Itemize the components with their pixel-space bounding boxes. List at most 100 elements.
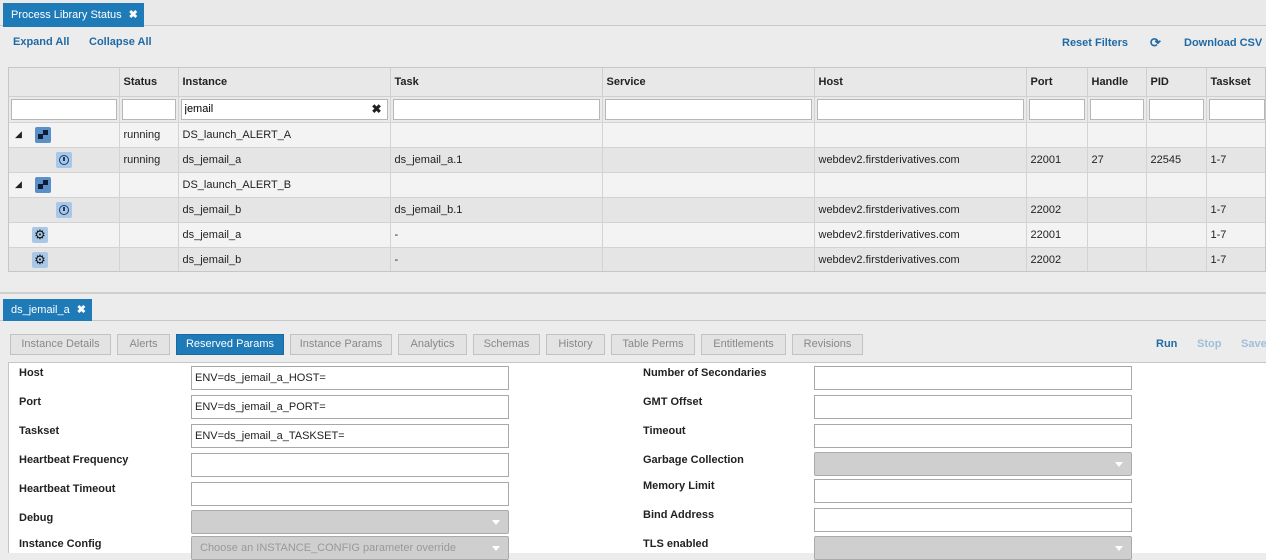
tls-enabled-select[interactable] [814, 536, 1132, 560]
cell-pid [1146, 172, 1207, 198]
stop-button[interactable]: Stop [1197, 338, 1221, 350]
bind-address-input[interactable] [814, 508, 1132, 532]
refresh-icon[interactable]: ⟳ [1150, 35, 1161, 51]
col-header-host[interactable]: Host [814, 68, 1027, 97]
col-header-task[interactable]: Task [390, 68, 603, 97]
col-header-port[interactable]: Port [1026, 68, 1088, 97]
cell-task: - [390, 222, 603, 248]
label-tls-enabled: TLS enabled [643, 538, 709, 550]
cell-status [119, 247, 179, 271]
close-icon[interactable]: ✖ [77, 299, 86, 321]
table-row[interactable]: ◢ running DS_launch_ALERT_A [9, 122, 1265, 148]
clear-filter-icon[interactable]: ✖ [371, 102, 381, 116]
debug-select[interactable] [191, 510, 509, 534]
label-memory-limit: Memory Limit [643, 480, 715, 492]
table-row[interactable]: running ds_jemail_a ds_jemail_a.1 webdev… [9, 147, 1265, 173]
col-header-status[interactable]: Status [119, 68, 179, 97]
reset-filters-link[interactable]: Reset Filters [1062, 37, 1128, 49]
gear-icon: ⚙ [32, 226, 48, 243]
timeout-input[interactable] [814, 424, 1132, 448]
col-header-service[interactable]: Service [602, 68, 815, 97]
cell-pid: 22545 [1146, 147, 1207, 173]
cell-instance: ds_jemail_b [178, 247, 391, 271]
table-row[interactable]: ◢ DS_launch_ALERT_B [9, 172, 1265, 198]
filter-tree[interactable] [11, 98, 117, 120]
filter-host[interactable] [816, 98, 1024, 120]
chevron-down-icon [1115, 546, 1123, 551]
clock-icon [56, 151, 72, 168]
panel-splitter[interactable] [0, 292, 1266, 294]
label-taskset: Taskset [19, 425, 60, 437]
subtab-analytics[interactable]: Analytics [398, 334, 467, 355]
filter-pid[interactable] [1148, 98, 1204, 120]
cell-port: 22002 [1026, 197, 1088, 223]
expand-all-link[interactable]: Expand All [13, 36, 69, 48]
col-header-pid[interactable]: PID [1146, 68, 1207, 97]
filter-instance[interactable] [180, 98, 388, 120]
garbage-collection-select[interactable] [814, 452, 1132, 476]
cell-handle [1087, 247, 1147, 271]
subtab-alerts[interactable]: Alerts [117, 334, 170, 355]
port-input[interactable]: ENV=ds_jemail_a_PORT= [191, 395, 509, 419]
run-button[interactable]: Run [1156, 338, 1177, 350]
subtab-instance-params[interactable]: Instance Params [290, 334, 392, 355]
cell-instance: ds_jemail_a [178, 222, 391, 248]
table-row[interactable]: ⚙ ds_jemail_b - webdev2.firstderivatives… [9, 247, 1265, 271]
instance-config-select[interactable]: Choose an INSTANCE_CONFIG parameter over… [191, 536, 509, 560]
subtab-reserved-params[interactable]: Reserved Params [176, 334, 284, 355]
heartbeat-timeout-input[interactable] [191, 482, 509, 506]
grid-horizontal-scrollbar[interactable] [8, 272, 1266, 286]
subtab-entitlements[interactable]: Entitlements [701, 334, 786, 355]
heartbeat-frequency-input[interactable] [191, 453, 509, 477]
filter-service[interactable] [604, 98, 812, 120]
host-input[interactable]: ENV=ds_jemail_a_HOST= [191, 366, 509, 390]
cell-service [602, 222, 815, 248]
cell-taskset: 1-7 [1206, 222, 1265, 248]
collapse-arrow-icon[interactable]: ◢ [15, 129, 23, 140]
cell-task: ds_jemail_b.1 [390, 197, 603, 223]
collapse-all-link[interactable]: Collapse All [89, 36, 152, 48]
cell-taskset [1206, 172, 1265, 198]
filter-task[interactable] [392, 98, 600, 120]
cell-pid [1146, 122, 1207, 148]
cell-taskset [1206, 122, 1265, 148]
number-of-secondaries-input[interactable] [814, 366, 1132, 390]
tab-process-library-status[interactable]: Process Library Status ✖ [3, 3, 144, 27]
filter-row: ✖ [9, 96, 1265, 123]
collapse-arrow-icon[interactable]: ◢ [15, 179, 23, 190]
filter-port[interactable] [1028, 98, 1085, 120]
col-header-taskset[interactable]: Taskset [1206, 68, 1265, 97]
table-row[interactable]: ⚙ ds_jemail_a - webdev2.firstderivatives… [9, 222, 1265, 248]
filter-handle[interactable] [1089, 98, 1144, 120]
subtab-instance-details[interactable]: Instance Details [10, 334, 111, 355]
cell-service [602, 172, 815, 198]
filter-taskset[interactable] [1208, 98, 1265, 120]
cell-status [119, 222, 179, 248]
tab-label: Process Library Status [11, 9, 122, 21]
col-header-handle[interactable]: Handle [1087, 68, 1147, 97]
cell-handle: 27 [1087, 147, 1147, 173]
close-icon[interactable]: ✖ [129, 3, 138, 27]
taskset-input[interactable]: ENV=ds_jemail_a_TASKSET= [191, 424, 509, 448]
filter-status[interactable] [121, 98, 176, 120]
cell-host: webdev2.firstderivatives.com [814, 222, 1027, 248]
gmt-offset-input[interactable] [814, 395, 1132, 419]
label-garbage-collection: Garbage Collection [643, 454, 744, 466]
subtab-schemas[interactable]: Schemas [473, 334, 540, 355]
cell-port [1026, 172, 1088, 198]
cell-instance: ds_jemail_b [178, 197, 391, 223]
col-header-instance[interactable]: Instance [178, 68, 391, 97]
cell-handle [1087, 197, 1147, 223]
subtab-table-perms[interactable]: Table Perms [611, 334, 695, 355]
cell-service [602, 122, 815, 148]
save-button[interactable]: Save [1241, 338, 1266, 350]
memory-limit-input[interactable] [814, 479, 1132, 503]
chevron-down-icon [492, 520, 500, 525]
main-tab-strip: Process Library Status ✖ [0, 0, 1266, 27]
subtab-revisions[interactable]: Revisions [792, 334, 863, 355]
download-csv-link[interactable]: Download CSV [1184, 37, 1262, 49]
table-row[interactable]: ds_jemail_b ds_jemail_b.1 webdev2.firstd… [9, 197, 1265, 223]
subtab-history[interactable]: History [546, 334, 605, 355]
cell-taskset: 1-7 [1206, 197, 1265, 223]
tab-ds-jemail-a[interactable]: ds_jemail_a ✖ [3, 299, 92, 321]
